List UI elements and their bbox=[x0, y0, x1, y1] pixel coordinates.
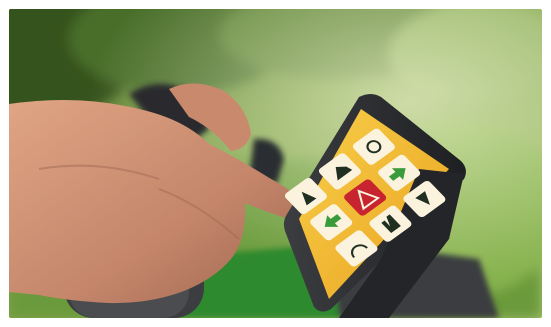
photo-scene bbox=[9, 9, 542, 318]
photo-frame bbox=[9, 9, 542, 318]
